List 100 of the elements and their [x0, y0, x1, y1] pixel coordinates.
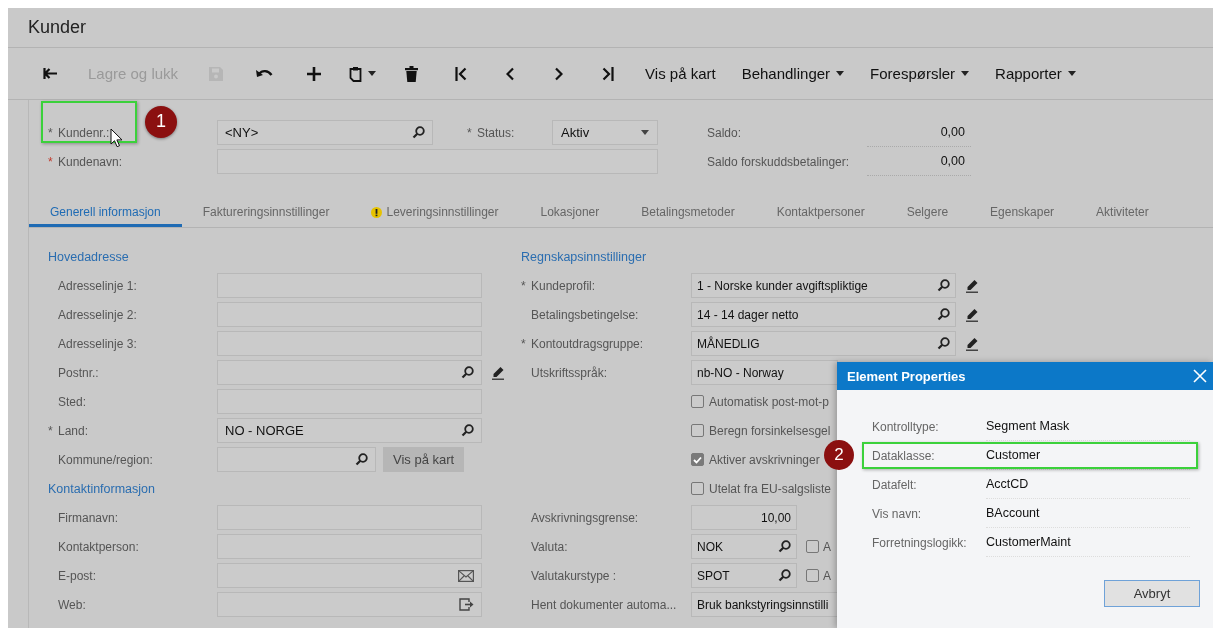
checkbox[interactable] — [806, 540, 819, 553]
input-field[interactable] — [217, 563, 482, 588]
tab[interactable]: Leveringsinnstillinger — [350, 197, 520, 227]
first-record-icon — [454, 66, 467, 81]
field-label: Status: — [477, 125, 515, 140]
search-icon[interactable] — [937, 337, 950, 350]
pencil-icon[interactable] — [965, 336, 979, 351]
open-link-icon[interactable] — [459, 598, 474, 611]
search-icon[interactable] — [778, 569, 791, 582]
checkbox-label: Aktiver avskrivninger — [709, 452, 820, 467]
toolbar-button[interactable]: Vis på kart — [632, 55, 729, 92]
back-arrow-icon — [43, 67, 58, 80]
lookup-field[interactable]: NO - NORGE — [217, 418, 482, 443]
close-button[interactable] — [1193, 369, 1207, 383]
status-dropdown[interactable]: Aktiv — [552, 120, 658, 145]
lookup-field[interactable]: SPOT — [691, 563, 797, 588]
lookup-field[interactable] — [217, 447, 376, 472]
property-label: Dataklasse: — [872, 448, 936, 463]
section-heading: Kontaktinformasjon — [48, 481, 156, 496]
checkbox[interactable] — [691, 453, 704, 466]
tab[interactable]: Aktiviteter — [1075, 197, 1170, 227]
required-mark: * — [521, 336, 527, 351]
balance-value: 0,00 — [867, 118, 971, 147]
property-value: BAccount — [986, 499, 1190, 528]
field-label: Betalingsbetingelse: — [531, 307, 639, 322]
tab[interactable]: Faktureringsinnstillinger — [181, 197, 351, 227]
field-label: Utskriftsspråk: — [531, 365, 607, 380]
checkbox-label: A — [823, 568, 831, 583]
checkbox[interactable] — [691, 395, 704, 408]
cancel-button[interactable]: Avbryt — [1104, 580, 1200, 607]
field-label: Firmanavn: — [58, 510, 119, 525]
input-field[interactable]: nb-NO - Norway — [691, 360, 838, 385]
search-icon[interactable] — [937, 308, 950, 321]
tab[interactable]: Lokasjoner — [519, 197, 621, 227]
envelope-icon[interactable] — [458, 569, 474, 582]
lookup-field[interactable] — [217, 360, 482, 385]
tab[interactable]: Kontaktpersoner — [755, 197, 886, 227]
pencil-icon[interactable] — [965, 278, 979, 293]
property-label: Vis navn: — [872, 506, 923, 521]
field-label: Sted: — [58, 394, 87, 409]
menu-button[interactable]: Behandlinger — [728, 55, 858, 92]
field-label: Avskrivningsgrense: — [531, 510, 639, 525]
dialog-title: Element Properties — [847, 368, 966, 384]
plus-icon — [306, 66, 321, 81]
menu-button[interactable]: Forespørsler — [857, 55, 983, 92]
search-icon[interactable] — [937, 279, 950, 292]
field-label: Postnr.: — [58, 365, 99, 380]
clipboard-icon — [349, 65, 363, 82]
field-label: Saldo: — [707, 125, 743, 140]
warning-icon — [371, 206, 383, 218]
field-label: Land: — [58, 423, 89, 438]
tab[interactable]: Betalingsmetoder — [620, 197, 756, 227]
menu-button[interactable]: Rapporter — [982, 55, 1089, 92]
tab[interactable]: Selgere — [885, 197, 970, 227]
field-label: Kundeprofil: — [531, 278, 596, 293]
field-label: Kontoutdragsgruppe: — [531, 336, 644, 351]
caret-icon — [961, 71, 970, 76]
checkbox[interactable] — [691, 482, 704, 495]
input-field[interactable]: Bruk bankstyringsinnstilli — [691, 592, 838, 617]
mouse-pointer-icon — [110, 127, 124, 148]
field-label: Adresselinje 1: — [58, 278, 137, 293]
tab[interactable]: Egenskaper — [969, 197, 1076, 227]
input-field[interactable] — [217, 592, 482, 617]
search-icon[interactable] — [461, 424, 474, 437]
pencil-icon[interactable] — [965, 307, 979, 322]
pencil-icon[interactable] — [491, 365, 505, 380]
caret-icon — [641, 130, 649, 135]
field-label: Saldo forskuddsbetalinger: — [707, 154, 851, 169]
field-label: Valuta: — [531, 539, 568, 554]
search-icon[interactable] — [355, 453, 368, 466]
field-label: Web: — [58, 597, 86, 612]
lookup-field[interactable]: MÅNEDLIG — [691, 331, 956, 356]
map-button[interactable]: Vis på kart — [383, 447, 465, 472]
caret-icon — [836, 71, 845, 76]
last-record-icon — [601, 66, 614, 81]
field-label: E-post: — [58, 568, 96, 583]
trash-icon — [405, 65, 419, 82]
search-icon[interactable] — [412, 126, 425, 139]
field-label: Adresselinje 2: — [58, 307, 137, 322]
checkbox[interactable] — [806, 569, 819, 582]
lookup-field[interactable]: NOK — [691, 534, 797, 559]
lookup-field[interactable]: <NY> — [217, 120, 433, 145]
caret-icon — [1067, 71, 1076, 76]
step-marker: 1 — [145, 105, 177, 138]
checkbox-label: A — [823, 539, 831, 554]
section-heading: Regnskapsinnstillinger — [521, 249, 648, 264]
input-field[interactable]: 10,00 — [691, 505, 797, 530]
checkbox-label: Beregn forsinkelsesgel — [709, 423, 831, 438]
checkbox[interactable] — [691, 424, 704, 437]
caret-icon — [368, 71, 377, 76]
lookup-field[interactable]: 1 - Norske kunder avgiftspliktige — [691, 273, 956, 298]
required-mark: * — [48, 125, 54, 140]
property-value: CustomerMaint — [986, 528, 1190, 557]
lookup-field[interactable]: 14 - 14 dager netto — [691, 302, 956, 327]
search-icon[interactable] — [778, 540, 791, 553]
check-icon — [693, 455, 702, 464]
field-label: Kundenavn: — [58, 154, 123, 169]
field-label: Kundenr.: — [58, 125, 110, 140]
page-title: Kunder — [28, 16, 87, 39]
search-icon[interactable] — [461, 366, 474, 379]
